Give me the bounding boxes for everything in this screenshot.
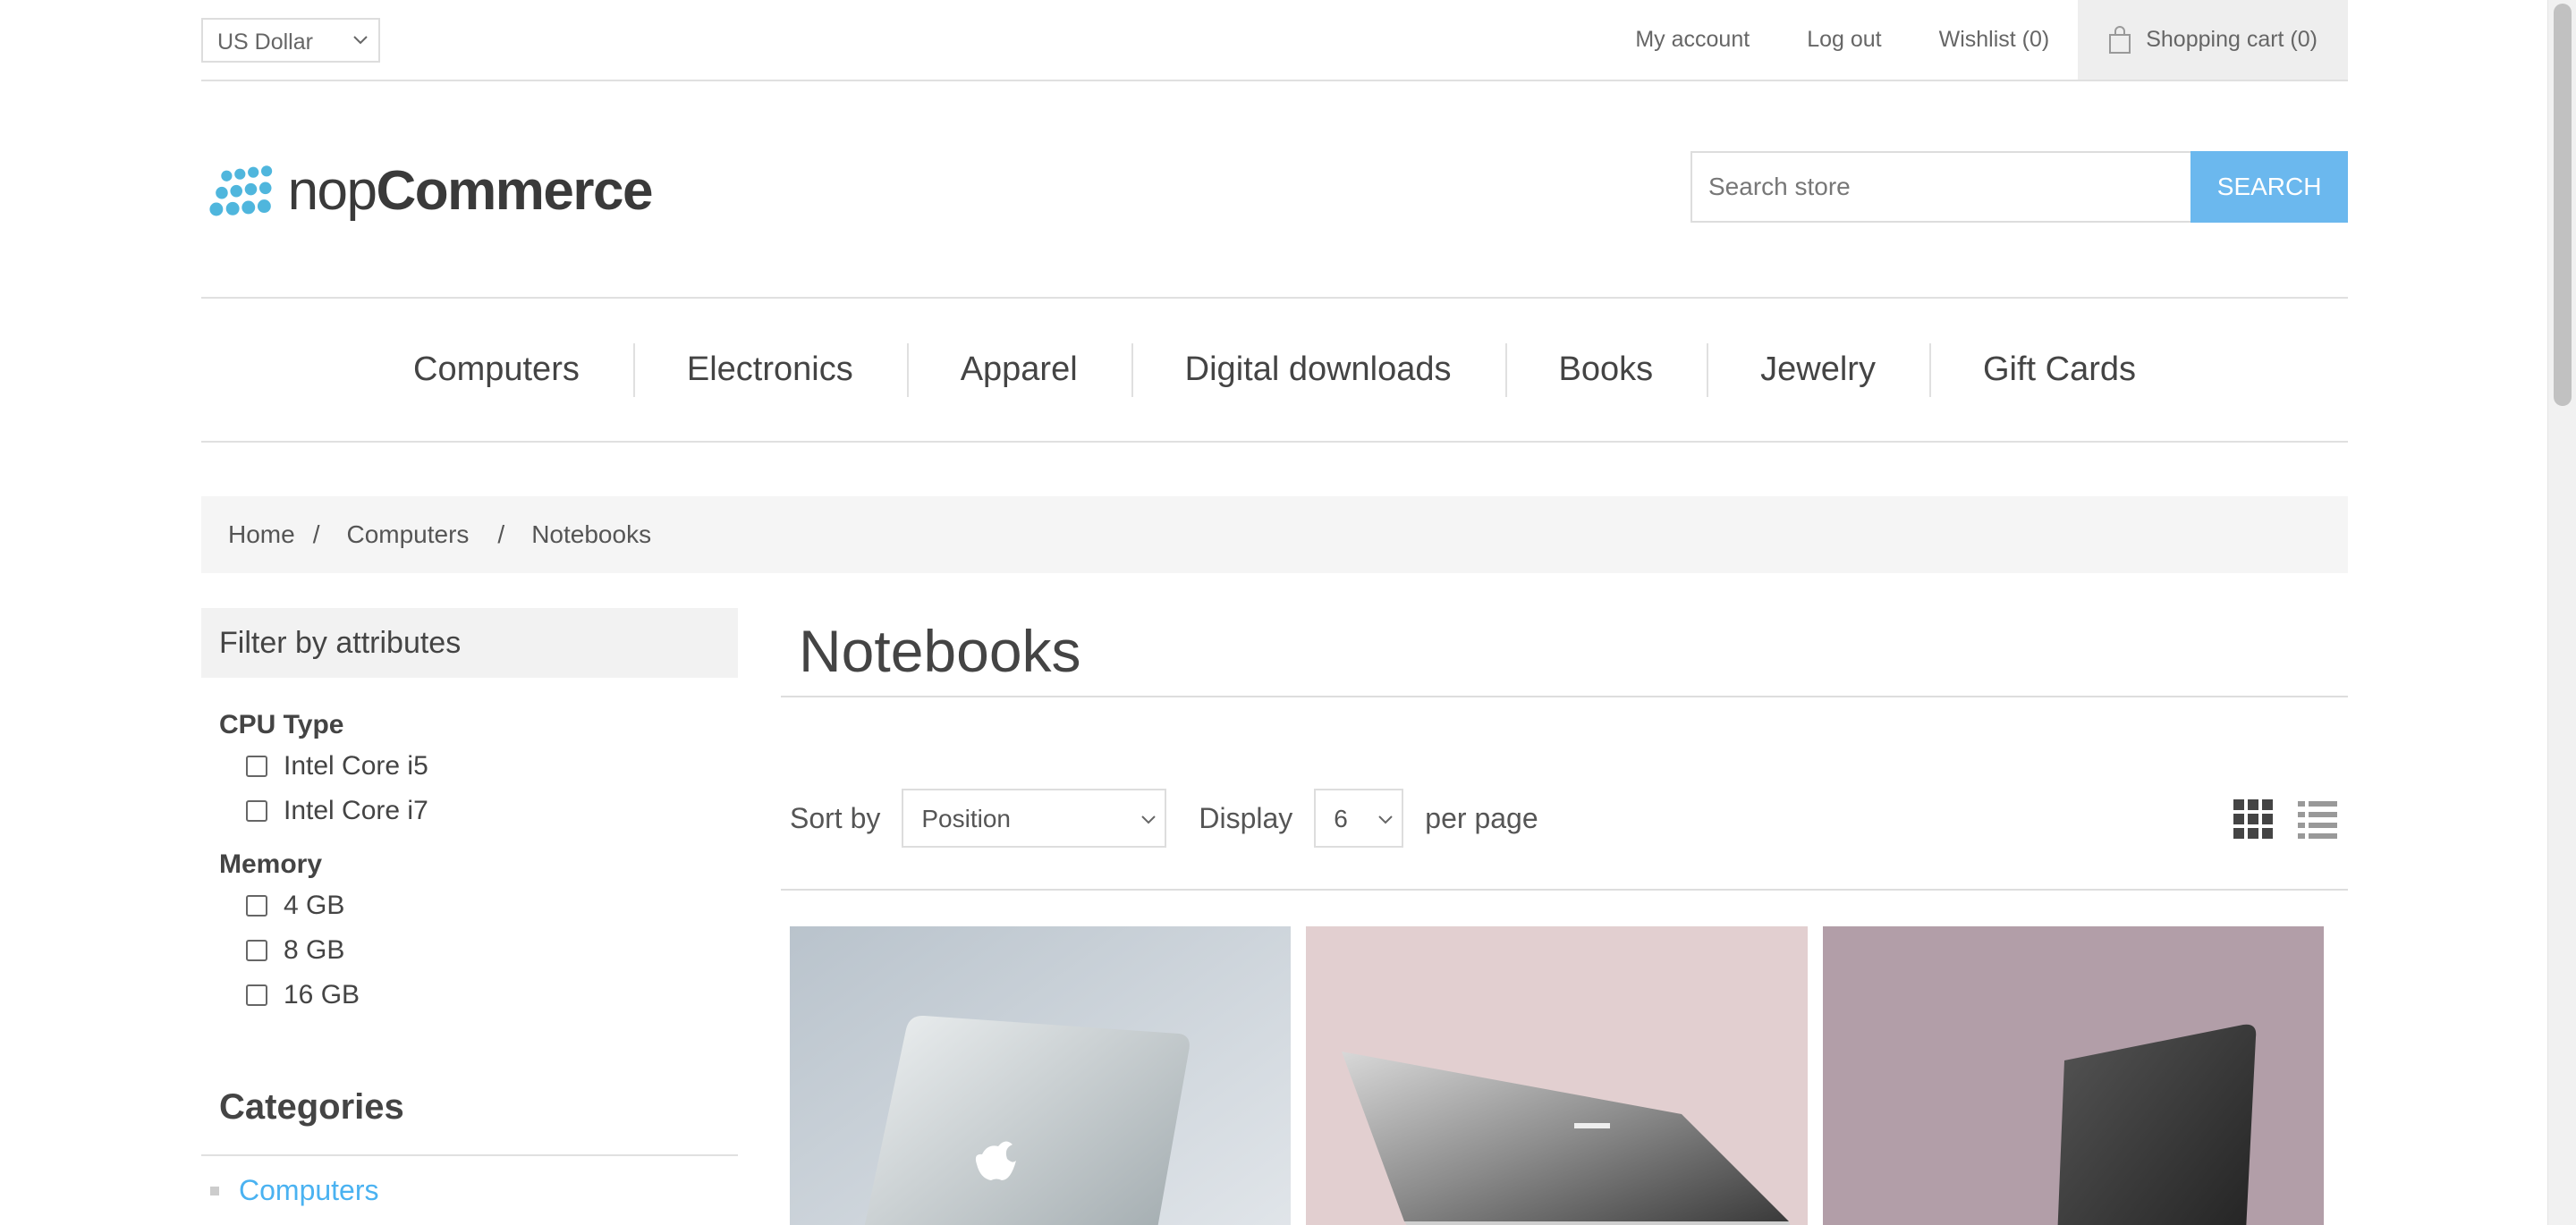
search-box: Search — [1690, 151, 2348, 223]
vertical-scrollbar[interactable] — [2547, 0, 2576, 1225]
log-out-link[interactable]: Log out — [1807, 27, 1881, 53]
checkbox[interactable] — [246, 756, 267, 777]
filter-option-8gb[interactable]: 8 GB — [246, 928, 738, 973]
checkbox[interactable] — [246, 800, 267, 822]
list-view-icon[interactable] — [2296, 798, 2339, 841]
products-divider — [781, 889, 2348, 891]
filter-group-memory: Memory 4 GB 8 GB 16 GB — [219, 849, 738, 1018]
store-logo[interactable]: nopCommerce — [205, 150, 654, 231]
sort-label: Sort by — [790, 801, 881, 834]
product-image-3[interactable] — [1822, 926, 2324, 1225]
logo-text-nop: nop — [287, 159, 377, 222]
filter-option-label: 4 GB — [284, 891, 345, 920]
page: US Dollar My account Log out Wishlist (0… — [201, 0, 2348, 1225]
wishlist-link[interactable]: Wishlist (0) — [1939, 27, 2050, 53]
search-input[interactable] — [1690, 151, 2191, 223]
menu-item-digital-downloads[interactable]: Digital downloads — [1131, 342, 1505, 397]
chevron-down-icon — [1141, 815, 1157, 824]
checkbox[interactable] — [246, 895, 267, 917]
product-grid — [790, 926, 2339, 1225]
menu-item-jewelry[interactable]: Jewelry — [1707, 342, 1929, 397]
filter-option-label: 8 GB — [284, 935, 345, 965]
filter-option-intel-core-i5[interactable]: Intel Core i5 — [246, 744, 738, 789]
scrollbar-thumb[interactable] — [2554, 4, 2572, 406]
my-account-link[interactable]: My account — [1635, 27, 1750, 53]
header-links-bar: US Dollar My account Log out Wishlist (0… — [201, 0, 2348, 81]
categories-title: Categories — [219, 1087, 404, 1127]
category-item-computers[interactable]: Computers — [210, 1174, 738, 1207]
header-links: My account Log out Wishlist (0) Shopping… — [1578, 0, 2348, 80]
page-size-select[interactable]: 6 — [1314, 789, 1404, 848]
checkbox[interactable] — [246, 984, 267, 1006]
laptop-silver-image — [790, 926, 1292, 1225]
filter-option-label: Intel Core i7 — [284, 796, 428, 825]
filter-option-4gb[interactable]: 4 GB — [246, 883, 738, 928]
page-size-value: 6 — [1334, 805, 1348, 832]
logo-text: nopCommerce — [287, 159, 654, 223]
breadcrumb-current: Notebooks — [531, 520, 652, 548]
chevron-down-icon — [1378, 815, 1394, 824]
main-content: Notebooks Sort by Position Display 6 per… — [781, 608, 2348, 1225]
product-image-2[interactable] — [1306, 926, 1808, 1225]
laptop-black-image — [1822, 926, 2324, 1225]
per-page-label: per page — [1425, 801, 1538, 834]
categories-divider — [201, 1154, 738, 1156]
laptop-grey-image — [1306, 926, 1808, 1225]
menu-item-apparel[interactable]: Apparel — [906, 342, 1131, 397]
top-menu: Computers Electronics Apparel Digital do… — [201, 297, 2348, 443]
display-label: Display — [1199, 801, 1293, 834]
filter-option-label: Intel Core i5 — [284, 751, 428, 781]
shopping-bag-icon — [2109, 25, 2131, 54]
menu-item-electronics[interactable]: Electronics — [632, 342, 907, 397]
grid-view-icon[interactable] — [2232, 798, 2275, 841]
search-button[interactable]: Search — [2190, 151, 2348, 223]
product-toolbar: Sort by Position Display 6 per page — [790, 787, 2339, 849]
logo-dots-icon — [209, 165, 273, 216]
category-label: Computers — [239, 1174, 379, 1206]
view-mode-switch — [2210, 798, 2339, 841]
shopping-cart-label: Shopping cart (0) — [2146, 27, 2318, 52]
checkbox[interactable] — [246, 940, 267, 961]
chevron-down-icon — [353, 36, 368, 45]
filter-option-16gb[interactable]: 16 GB — [246, 973, 738, 1018]
menu-item-gift-cards[interactable]: Gift Cards — [1928, 342, 2190, 397]
breadcrumb-separator: / — [312, 520, 320, 548]
logo-text-commerce: Commerce — [376, 159, 654, 222]
currency-select[interactable]: US Dollar — [201, 18, 380, 63]
breadcrumb: Home / Computers / Notebooks — [201, 496, 2348, 573]
filter-group-title: Memory — [219, 849, 323, 879]
breadcrumb-home[interactable]: Home — [228, 520, 295, 549]
shopping-cart-link[interactable]: Shopping cart (0) — [2078, 0, 2348, 80]
breadcrumb-separator: / — [497, 520, 505, 548]
filter-title: Filter by attributes — [201, 608, 738, 678]
sort-value: Position — [921, 805, 1011, 832]
sort-select[interactable]: Position — [902, 789, 1167, 848]
sidebar: Filter by attributes CPU Type Intel Core… — [201, 608, 738, 1207]
menu-item-computers[interactable]: Computers — [360, 351, 633, 389]
filter-option-intel-core-i7[interactable]: Intel Core i7 — [246, 789, 738, 833]
bullet-icon — [210, 1186, 219, 1195]
product-image-1[interactable] — [790, 926, 1292, 1225]
filter-option-label: 16 GB — [284, 980, 360, 1010]
page-title: Notebooks — [781, 608, 2348, 697]
currency-value: US Dollar — [217, 30, 313, 55]
menu-item-books[interactable]: Books — [1504, 342, 1707, 397]
breadcrumb-computers[interactable]: Computers — [346, 520, 469, 549]
filter-group-cpu-type: CPU Type Intel Core i5 Intel Core i7 — [219, 710, 738, 833]
filter-group-title: CPU Type — [219, 710, 344, 739]
